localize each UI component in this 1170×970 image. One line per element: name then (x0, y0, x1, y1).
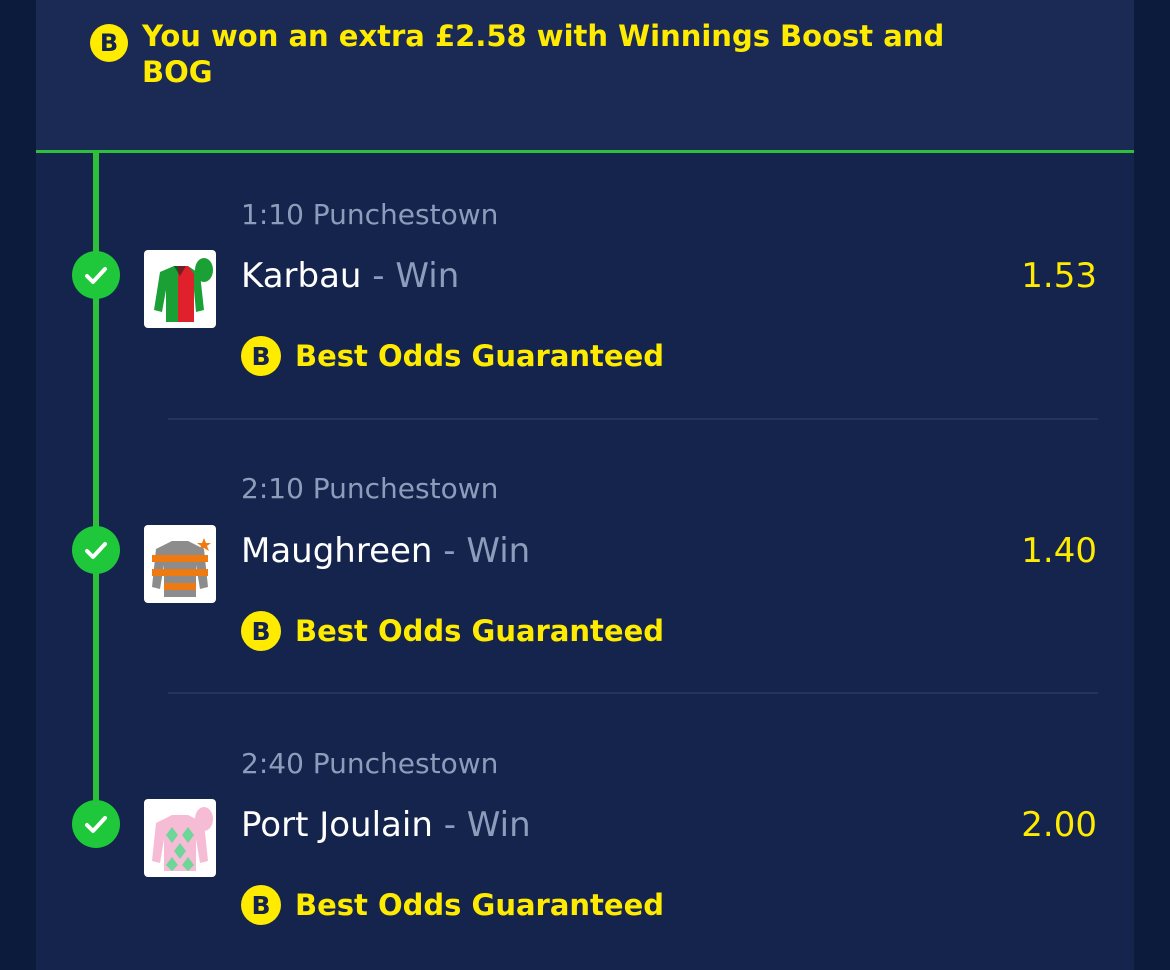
bet-receipt-panel: B You won an extra £2.58 with Winnings B… (36, 0, 1134, 970)
jockey-silk-icon (144, 525, 216, 603)
checkmark-icon (72, 251, 120, 299)
best-odds-guaranteed-row: B Best Odds Guaranteed (241, 611, 664, 651)
horse-name: Karbau (241, 256, 362, 296)
horse-name: Port Joulain (241, 805, 433, 845)
winnings-boost-banner: B You won an extra £2.58 with Winnings B… (36, 0, 1134, 150)
selection-divider (168, 418, 1098, 420)
boost-message: You won an extra £2.58 with Winnings Boo… (142, 19, 945, 89)
jockey-silk-icon (144, 250, 216, 328)
best-odds-guaranteed-row: B Best Odds Guaranteed (241, 336, 664, 376)
jockey-silk-icon (144, 799, 216, 877)
race-time: 2:40 Punchestown (241, 747, 499, 780)
bog-label: Best Odds Guaranteed (295, 888, 665, 922)
odds-price: 1.40 (1021, 531, 1097, 571)
boost-b-icon: B (90, 24, 128, 62)
selection-name: Port Joulain - Win (241, 805, 531, 845)
market-label: - Win (372, 256, 460, 296)
race-time: 2:10 Punchestown (241, 472, 499, 505)
selection-divider (168, 692, 1098, 694)
selection-name: Maughreen - Win (241, 531, 530, 571)
market-label: - Win (443, 531, 531, 571)
horse-name: Maughreen (241, 531, 433, 571)
bog-b-icon: B (241, 336, 281, 376)
bog-b-icon: B (241, 885, 281, 925)
odds-price: 2.00 (1021, 805, 1097, 845)
checkmark-icon (72, 526, 120, 574)
market-label: - Win (443, 805, 531, 845)
checkmark-icon (72, 800, 120, 848)
race-time: 1:10 Punchestown (241, 198, 499, 231)
banner-divider (36, 150, 1134, 153)
selection-name: Karbau - Win (241, 256, 459, 296)
odds-price: 1.53 (1021, 256, 1097, 296)
bog-label: Best Odds Guaranteed (295, 614, 665, 648)
bog-b-icon: B (241, 611, 281, 651)
best-odds-guaranteed-row: B Best Odds Guaranteed (241, 885, 664, 925)
bog-label: Best Odds Guaranteed (295, 339, 665, 373)
